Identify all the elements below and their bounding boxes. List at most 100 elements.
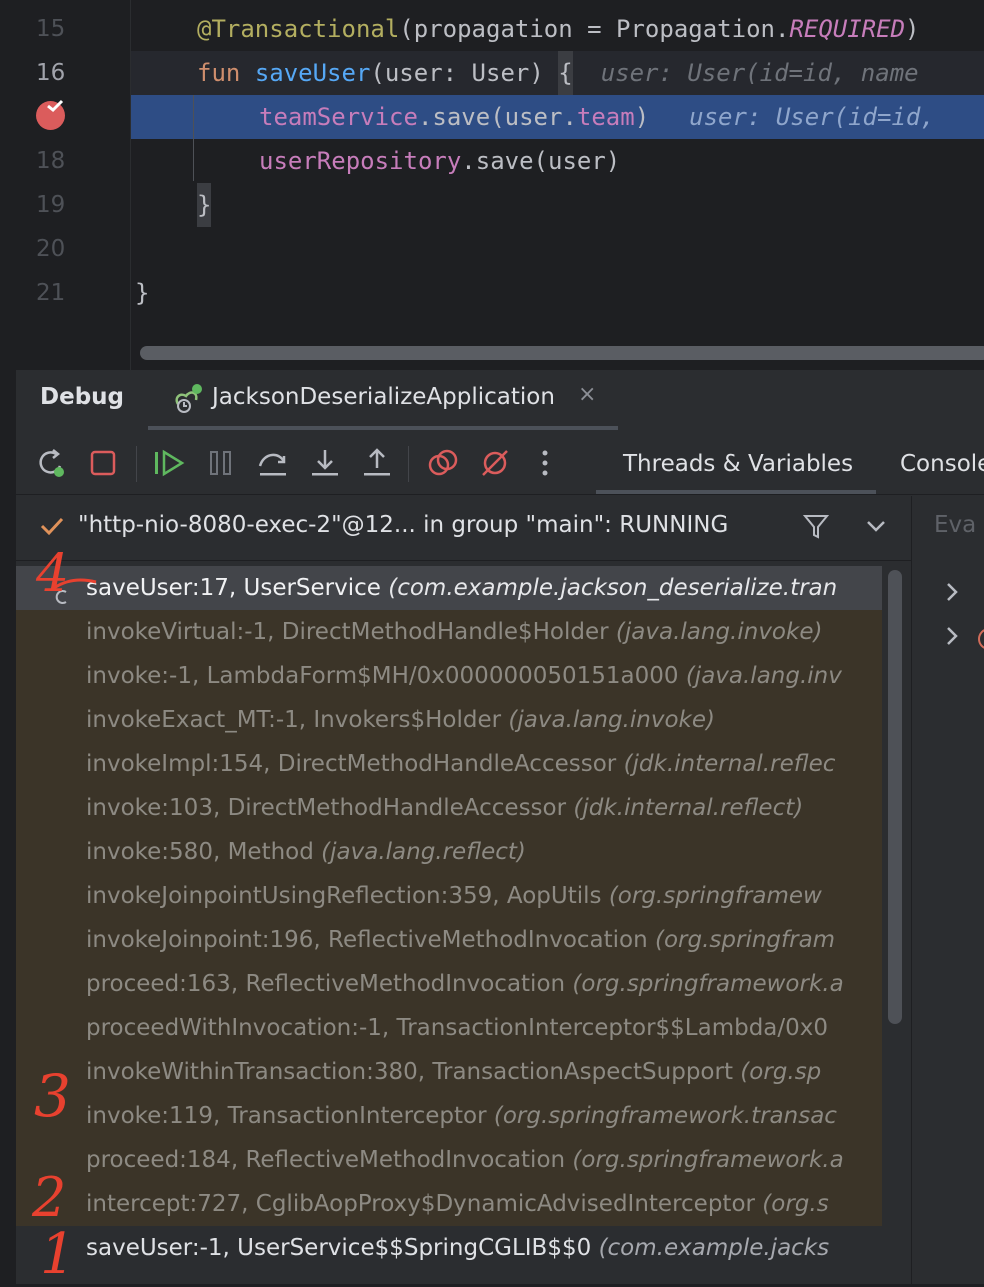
frame-method: intercept:727, CglibAopProxy$DynamicAdvi… [86, 1191, 763, 1217]
code-line-18[interactable]: userRepository.save(user) [131, 139, 984, 183]
breakpoint-icon[interactable] [36, 99, 65, 130]
stack-frame[interactable]: invokeExact_MT:-1, Invokers$Holder (java… [16, 698, 882, 742]
frame-method: invoke:580, Method [86, 839, 322, 865]
frame-method: invoke:103, DirectMethodHandleAccessor [86, 795, 574, 821]
stack-frame[interactable]: invokeVirtual:-1, DirectMethodHandle$Hol… [16, 610, 882, 654]
frame-method: invokeExact_MT:-1, Invokers$Holder [86, 707, 509, 733]
frame-method: invokeJoinpointUsingReflection:359, AopU… [86, 883, 609, 909]
stack-frame[interactable]: invoke:580, Method (java.lang.reflect) [16, 830, 882, 874]
line-number: 15 [36, 16, 66, 42]
code-line-21[interactable]: } [131, 271, 984, 315]
filter-icon[interactable] [802, 512, 830, 544]
stack-frame[interactable]: intercept:727, CglibAopProxy$DynamicAdvi… [16, 1182, 882, 1226]
code-token: .save(user) [461, 147, 621, 175]
more-options-icon[interactable] [528, 446, 562, 480]
resume-icon[interactable] [152, 446, 186, 480]
stack-frame[interactable]: invoke:103, DirectMethodHandleAccessor (… [16, 786, 882, 830]
property-token: team [576, 103, 635, 131]
tab-console[interactable]: Console [900, 451, 984, 477]
frame-method: invokeWithinTransaction:380, Transaction… [86, 1059, 741, 1085]
annotation-token: @Transactional [197, 15, 400, 43]
stack-frame[interactable]: proceed:184, ReflectiveMethodInvocation … [16, 1138, 882, 1182]
thread-selector[interactable]: "http-nio-8080-exec-2"@12... in group "m… [16, 496, 912, 561]
constant-token: REQUIRED [789, 15, 906, 43]
pause-icon[interactable] [204, 446, 238, 480]
frame-package: (org.springframework.transac [493, 1103, 837, 1129]
chevron-right-icon[interactable] [944, 624, 960, 652]
view-breakpoints-icon[interactable] [426, 446, 460, 480]
code-line-16[interactable]: fun saveUser(user: User) {user: User(id=… [131, 51, 984, 95]
frame-package: (org.springfram [655, 927, 836, 953]
frame-package: (org.s [762, 1191, 829, 1217]
check-icon [38, 512, 66, 544]
frame-package: (java.lang.invoke) [508, 707, 715, 733]
frame-package: (org.springframework.a [572, 1147, 844, 1173]
inline-value-hint: user: User(id=id, name [600, 59, 919, 87]
code-token: (propagation = Propagation. [399, 15, 790, 43]
code-line-17-execution-point[interactable]: teamService.save(user.team) user: User(id… [131, 95, 984, 139]
chevron-down-icon[interactable] [864, 516, 888, 540]
tab-underline [596, 490, 876, 494]
rerun-debug-icon[interactable] [34, 446, 68, 480]
frame-method: invoke:-1, LambdaForm$MH/0x000000050151a… [86, 663, 686, 689]
chevron-right-icon[interactable] [944, 580, 960, 608]
panel-divider [911, 496, 912, 1284]
frame-method: invokeImpl:154, DirectMethodHandleAccess… [86, 751, 624, 777]
stack-frame[interactable]: proceedWithInvocation:-1, TransactionInt… [16, 1006, 882, 1050]
vertical-scrollbar[interactable] [888, 570, 902, 1024]
inline-value-hint: user: User(id=id, [689, 103, 935, 131]
stop-icon[interactable] [86, 446, 120, 480]
code-editor[interactable]: 15 16 18 19 20 21 @Transactional(propaga… [0, 0, 984, 370]
frame-method: invoke:119, TransactionInterceptor [86, 1103, 494, 1129]
code-token: ) [634, 103, 650, 131]
brace-token: { [558, 51, 573, 95]
step-out-icon[interactable] [360, 446, 394, 480]
stack-frame[interactable]: invoke:119, TransactionInterceptor (org.… [16, 1094, 882, 1138]
horizontal-scrollbar[interactable] [140, 346, 984, 360]
debug-tool-window: Debug JacksonDeserializeApplication × Th… [16, 370, 984, 1284]
stack-frame[interactable]: invokeJoinpointUsingReflection:359, AopU… [16, 874, 882, 918]
stack-frame[interactable]: saveUser:-1, UserService$$SpringCGLIB$$0… [16, 1226, 882, 1270]
stack-frame[interactable]: proceed:163, ReflectiveMethodInvocation … [16, 962, 882, 1006]
stack-frame-selected[interactable]: saveUser:17, UserService (com.example.ja… [16, 566, 882, 610]
frame-package: (jdk.internal.reflect) [573, 795, 804, 821]
tab-underline [148, 426, 618, 430]
stack-frame[interactable]: invokeWithinTransaction:380, Transaction… [16, 1050, 882, 1094]
frame-method: saveUser:-1, UserService$$SpringCGLIB$$0 [86, 1235, 599, 1261]
code-line-19[interactable]: } [131, 183, 984, 227]
code-token: .save(user. [417, 103, 577, 131]
stack-frame[interactable]: invokeJoinpoint:196, ReflectiveMethodInv… [16, 918, 882, 962]
frame-package: (java.lang.reflect) [321, 839, 526, 865]
frame-method: proceed:163, ReflectiveMethodInvocation [86, 971, 573, 997]
frame-package: (org.sp [740, 1059, 822, 1085]
debug-tabs: Debug JacksonDeserializeApplication × [16, 370, 984, 430]
tab-session[interactable]: JacksonDeserializeApplication × [148, 370, 618, 430]
debug-title: Debug [40, 384, 124, 410]
keyword-token: fun [197, 59, 241, 87]
property-token: teamService [259, 103, 418, 131]
close-icon[interactable]: × [578, 382, 596, 407]
step-over-icon[interactable] [256, 446, 290, 480]
line-number: 19 [36, 192, 66, 218]
debug-toolbar: Threads & Variables Console [16, 432, 984, 495]
frame-package: (com.example.jackson_deserialize.tran [388, 575, 838, 601]
frame-package: (org.springframew [608, 883, 822, 909]
mute-breakpoints-icon[interactable] [478, 446, 512, 480]
step-into-icon[interactable] [308, 446, 342, 480]
stack-frame[interactable]: invoke:-1, LambdaForm$MH/0x000000050151a… [16, 654, 882, 698]
tab-threads-variables[interactable]: Threads & Variables [623, 451, 853, 477]
code-line-20[interactable] [131, 227, 984, 271]
stack-frame[interactable]: invokeImpl:154, DirectMethodHandleAccess… [16, 742, 882, 786]
handwritten-stroke [53, 578, 97, 590]
frame-method: invokeJoinpoint:196, ReflectiveMethodInv… [86, 927, 656, 953]
code-line-15[interactable]: @Transactional(propagation = Propagation… [131, 7, 984, 51]
frames-list[interactable]: saveUser:17, UserService (com.example.ja… [16, 566, 882, 1284]
frame-package: (java.lang.invoke) [615, 619, 823, 645]
thread-label: "http-nio-8080-exec-2"@12... in group "m… [78, 512, 729, 538]
property-token: userRepository [259, 147, 462, 175]
frame-method: invokeVirtual:-1, DirectMethodHandle$Hol… [86, 619, 616, 645]
evaluate-expression-field[interactable]: Eva [934, 512, 976, 538]
line-number-gutter[interactable]: 15 16 18 19 20 21 [0, 0, 131, 370]
line-number: 16 [36, 60, 66, 86]
frame-method: proceedWithInvocation:-1, TransactionInt… [86, 1015, 829, 1041]
